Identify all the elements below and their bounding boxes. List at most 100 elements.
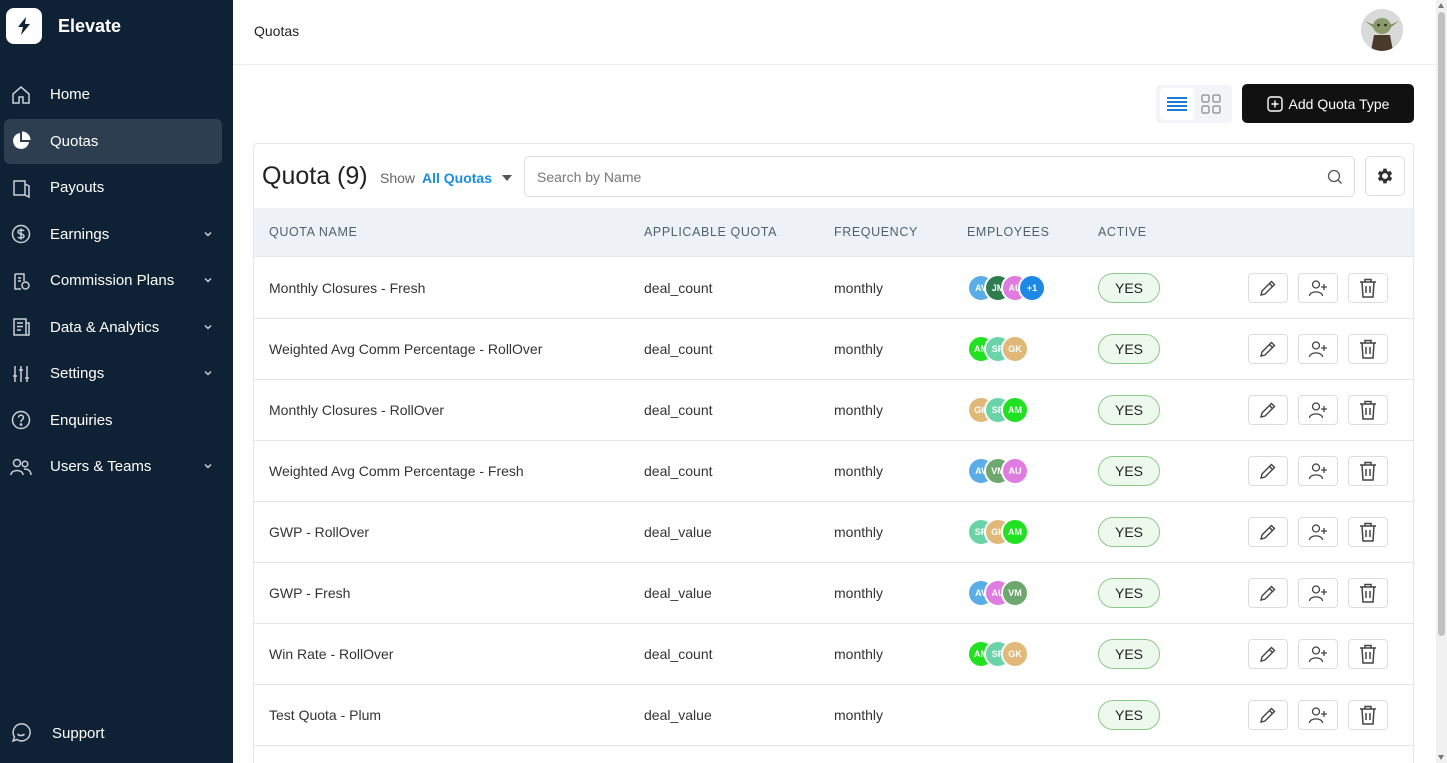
employee-avatar[interactable]: +1 (1018, 274, 1046, 302)
sidebar-item-home[interactable]: Home (4, 72, 222, 117)
quota-filter-dropdown[interactable]: All Quotas (422, 170, 492, 186)
delete-quota-button[interactable] (1348, 395, 1388, 425)
dollar-icon (10, 223, 32, 245)
sidebar-item-commission-plans[interactable]: Commission Plans (4, 258, 222, 303)
employee-avatar[interactable]: VM (1001, 579, 1029, 607)
edit-quota-button[interactable] (1248, 456, 1288, 486)
pencil-icon (1258, 400, 1278, 420)
employee-avatar[interactable]: AU (1001, 457, 1029, 485)
employee-avatar-group[interactable]: GK SR AM (967, 396, 1029, 424)
edit-quota-button[interactable] (1248, 578, 1288, 608)
scroll-up-arrow-icon[interactable] (1438, 3, 1444, 8)
search-icon[interactable] (1327, 169, 1343, 185)
home-icon (10, 84, 32, 106)
employee-avatar-group[interactable]: SR GK AM (967, 518, 1029, 546)
sidebar-nav: Home Quotas Payouts Earnings Commission … (0, 72, 233, 491)
grid-view-button[interactable] (1194, 88, 1228, 120)
delete-quota-button[interactable] (1348, 334, 1388, 364)
assign-employees-button[interactable] (1298, 273, 1338, 303)
caret-down-icon[interactable] (502, 175, 512, 181)
assign-employees-button[interactable] (1298, 578, 1338, 608)
assign-employees-button[interactable] (1298, 639, 1338, 669)
column-header-quota-name[interactable]: QUOTA NAME (269, 225, 357, 239)
pencil-icon (1258, 278, 1278, 298)
active-status-badge: YES (1098, 578, 1160, 608)
delete-quota-button[interactable] (1348, 517, 1388, 547)
table-row: GWP - RollOver deal_value monthly SR GK AM YES (254, 502, 1413, 563)
edit-quota-button[interactable] (1248, 517, 1288, 547)
table-settings-button[interactable] (1365, 156, 1405, 196)
assign-employees-button[interactable] (1298, 395, 1338, 425)
column-header-active[interactable]: ACTIVE (1098, 225, 1147, 239)
user-plus-icon (1308, 705, 1328, 725)
assign-employees-button[interactable] (1298, 700, 1338, 730)
trash-icon (1359, 644, 1377, 664)
column-header-employees[interactable]: EMPLOYEES (967, 225, 1050, 239)
trash-icon (1359, 461, 1377, 481)
assign-employees-button[interactable] (1298, 517, 1338, 547)
column-header-applicable-quota[interactable]: APPLICABLE QUOTA (644, 225, 777, 239)
employee-avatar[interactable]: GK (1001, 335, 1029, 363)
trash-icon (1359, 400, 1377, 420)
delete-quota-button[interactable] (1348, 700, 1388, 730)
employee-avatar[interactable]: AM (1001, 396, 1029, 424)
user-avatar[interactable] (1361, 9, 1403, 51)
table-row: GWP - Fresh deal_value monthly AV AU VM YES (254, 563, 1413, 624)
employee-avatar[interactable]: AM (1001, 518, 1029, 546)
clipboard-icon (10, 270, 32, 292)
view-toggle (1156, 85, 1232, 123)
employee-avatar-group[interactable]: AV VM AU (967, 457, 1029, 485)
pencil-icon (1258, 339, 1278, 359)
delete-quota-button[interactable] (1348, 639, 1388, 669)
brand-name: Elevate (58, 15, 122, 36)
quota-name-cell: Monthly Closures - Fresh (269, 280, 426, 296)
add-quota-type-button[interactable]: Add Quota Type (1242, 84, 1414, 123)
table-row: Monthly Closures - RollOver deal_count mon… (254, 380, 1413, 441)
plus-square-icon (1266, 95, 1283, 112)
edit-quota-button[interactable] (1248, 334, 1288, 364)
employee-avatar-group[interactable]: AV AU VM (967, 579, 1029, 607)
search-input[interactable] (525, 157, 1305, 196)
applicable-quota-cell: deal_value (644, 524, 712, 540)
vertical-scrollbar[interactable] (1436, 0, 1447, 763)
frequency-cell: monthly (834, 402, 884, 418)
employee-avatar[interactable]: GK (1001, 640, 1029, 668)
sidebar-item-settings[interactable]: Settings (4, 351, 222, 396)
user-plus-icon (1308, 339, 1328, 359)
pie-chart-icon (10, 130, 32, 152)
frequency-cell: monthly (834, 524, 884, 540)
edit-quota-button[interactable] (1248, 273, 1288, 303)
sidebar-item-label: Commission Plans (50, 272, 175, 289)
applicable-quota-cell: deal_count (644, 280, 713, 296)
frequency-cell: monthly (834, 646, 884, 662)
edit-quota-button[interactable] (1248, 395, 1288, 425)
assign-employees-button[interactable] (1298, 334, 1338, 364)
edit-quota-button[interactable] (1248, 639, 1288, 669)
delete-quota-button[interactable] (1348, 578, 1388, 608)
edit-quota-button[interactable] (1248, 700, 1288, 730)
delete-quota-button[interactable] (1348, 273, 1388, 303)
scroll-down-arrow-icon[interactable] (1438, 755, 1444, 760)
active-status-badge: YES (1098, 700, 1160, 730)
employee-avatar-group[interactable]: AV JM AU +1 (967, 274, 1046, 302)
sidebar-item-payouts[interactable]: Payouts (4, 165, 222, 210)
column-header-frequency[interactable]: FREQUENCY (834, 225, 918, 239)
sidebar-item-users-teams[interactable]: Users & Teams (4, 444, 222, 489)
sidebar-item-label: Quotas (50, 132, 99, 150)
quota-name-cell: Win Rate - RollOver (269, 646, 394, 662)
sidebar-item-quotas[interactable]: Quotas (4, 118, 222, 164)
sidebar-item-label: Users & Teams (50, 458, 152, 475)
active-status-badge: YES (1098, 395, 1160, 425)
quota-name-cell: Test Quota - Plum (269, 707, 382, 723)
sidebar-item-data-analytics[interactable]: Data & Analytics (4, 305, 222, 350)
delete-quota-button[interactable] (1348, 456, 1388, 486)
support-link[interactable]: Support (10, 722, 105, 744)
brand[interactable]: Elevate (6, 8, 121, 44)
employee-avatar-group[interactable]: AM SR GK (967, 640, 1029, 668)
sidebar-item-enquiries[interactable]: Enquiries (4, 398, 222, 443)
scrollbar-thumb[interactable] (1438, 12, 1445, 636)
list-view-button[interactable] (1160, 88, 1194, 120)
assign-employees-button[interactable] (1298, 456, 1338, 486)
sidebar-item-earnings[interactable]: Earnings (4, 212, 222, 257)
employee-avatar-group[interactable]: AM SR GK (967, 335, 1029, 363)
